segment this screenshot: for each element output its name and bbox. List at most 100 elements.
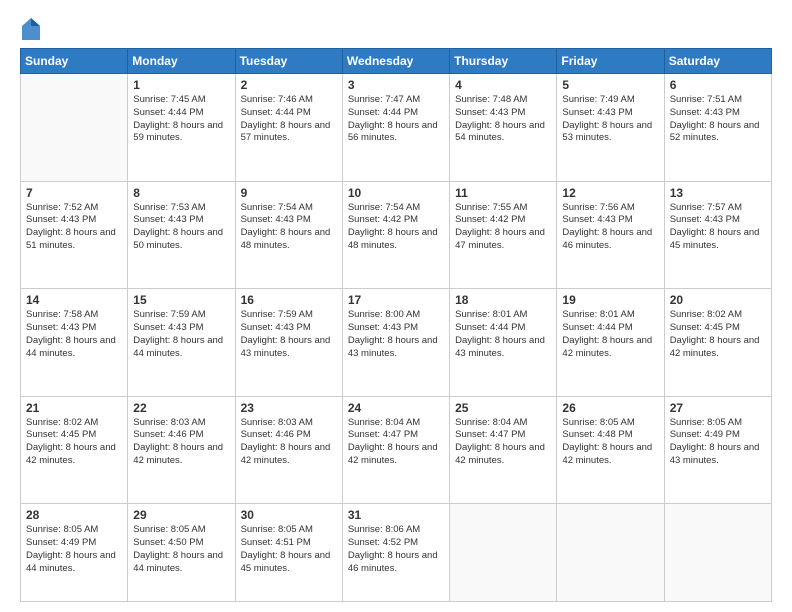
day-number: 25: [455, 401, 551, 415]
day-cell: [557, 504, 664, 602]
cell-info: Sunrise: 8:05 AMSunset: 4:49 PMDaylight:…: [26, 524, 122, 575]
cell-info: Sunrise: 8:05 AMSunset: 4:49 PMDaylight:…: [670, 417, 766, 468]
cell-info: Sunrise: 7:59 AMSunset: 4:43 PMDaylight:…: [241, 309, 337, 360]
logo-icon: [22, 18, 40, 40]
day-number: 9: [241, 186, 337, 200]
cell-info: Sunrise: 8:04 AMSunset: 4:47 PMDaylight:…: [455, 417, 551, 468]
day-cell: 27 Sunrise: 8:05 AMSunset: 4:49 PMDayligh…: [664, 396, 771, 504]
week-row-2: 14Sunrise: 7:58 AMSunset: 4:43 PMDayligh…: [21, 289, 772, 397]
col-header-friday: Friday: [557, 49, 664, 74]
cell-info: Sunrise: 7:48 AMSunset: 4:43 PMDaylight:…: [455, 94, 551, 145]
cell-info: Sunrise: 7:57 AMSunset: 4:43 PMDaylight:…: [670, 202, 766, 253]
cell-info: Sunrise: 7:53 AMSunset: 4:43 PMDaylight:…: [133, 202, 229, 253]
page: SundayMondayTuesdayWednesdayThursdayFrid…: [0, 0, 792, 612]
cell-info: Sunrise: 7:59 AMSunset: 4:43 PMDaylight:…: [133, 309, 229, 360]
day-number: 4: [455, 78, 551, 92]
day-cell: 25 Sunrise: 8:04 AMSunset: 4:47 PMDayligh…: [450, 396, 557, 504]
cell-info: Sunrise: 7:47 AMSunset: 4:44 PMDaylight:…: [348, 94, 444, 145]
cell-info: Sunrise: 7:51 AMSunset: 4:43 PMDaylight:…: [670, 94, 766, 145]
cell-info: Sunrise: 8:00 AMSunset: 4:43 PMDaylight:…: [348, 309, 444, 360]
cell-info: Sunrise: 8:05 AMSunset: 4:51 PMDaylight:…: [241, 524, 337, 575]
cell-info: Sunrise: 8:02 AMSunset: 4:45 PMDaylight:…: [670, 309, 766, 360]
day-cell: 6Sunrise: 7:51 AMSunset: 4:43 PMDaylight…: [664, 74, 771, 182]
day-cell: 16 Sunrise: 7:59 AMSunset: 4:43 PMDayligh…: [235, 289, 342, 397]
cell-info: Sunrise: 7:45 AMSunset: 4:44 PMDaylight:…: [133, 94, 229, 145]
day-number: 20: [670, 293, 766, 307]
day-number: 18: [455, 293, 551, 307]
day-number: 29: [133, 508, 229, 522]
cell-info: Sunrise: 8:05 AMSunset: 4:50 PMDaylight:…: [133, 524, 229, 575]
col-header-saturday: Saturday: [664, 49, 771, 74]
day-number: 31: [348, 508, 444, 522]
day-cell: 5Sunrise: 7:49 AMSunset: 4:43 PMDaylight…: [557, 74, 664, 182]
day-cell: 15 Sunrise: 7:59 AMSunset: 4:43 PMDayligh…: [128, 289, 235, 397]
header-row: SundayMondayTuesdayWednesdayThursdayFrid…: [21, 49, 772, 74]
day-cell: 17 Sunrise: 8:00 AMSunset: 4:43 PMDayligh…: [342, 289, 449, 397]
col-header-monday: Monday: [128, 49, 235, 74]
day-cell: 20 Sunrise: 8:02 AMSunset: 4:45 PMDayligh…: [664, 289, 771, 397]
day-cell: 7 Sunrise: 7:52 AMSunset: 4:43 PMDaylight…: [21, 181, 128, 289]
day-cell: 30 Sunrise: 8:05 AMSunset: 4:51 PMDayligh…: [235, 504, 342, 602]
day-cell: 18 Sunrise: 8:01 AMSunset: 4:44 PMDayligh…: [450, 289, 557, 397]
week-row-0: 1Sunrise: 7:45 AMSunset: 4:44 PMDaylight…: [21, 74, 772, 182]
day-number: 22: [133, 401, 229, 415]
day-number: 16: [241, 293, 337, 307]
day-number: 17: [348, 293, 444, 307]
day-cell: 24 Sunrise: 8:04 AMSunset: 4:47 PMDayligh…: [342, 396, 449, 504]
day-cell: [664, 504, 771, 602]
logo: [20, 18, 40, 40]
header: [20, 18, 772, 40]
cell-info: Sunrise: 7:52 AMSunset: 4:43 PMDaylight:…: [26, 202, 122, 253]
day-cell: 21Sunrise: 8:02 AMSunset: 4:45 PMDayligh…: [21, 396, 128, 504]
cell-info: Sunrise: 7:46 AMSunset: 4:44 PMDaylight:…: [241, 94, 337, 145]
cell-info: Sunrise: 8:01 AMSunset: 4:44 PMDaylight:…: [562, 309, 658, 360]
cell-info: Sunrise: 8:06 AMSunset: 4:52 PMDaylight:…: [348, 524, 444, 575]
day-cell: 8 Sunrise: 7:53 AMSunset: 4:43 PMDaylight…: [128, 181, 235, 289]
cell-info: Sunrise: 7:56 AMSunset: 4:43 PMDaylight:…: [562, 202, 658, 253]
day-number: 7: [26, 186, 122, 200]
cell-info: Sunrise: 8:03 AMSunset: 4:46 PMDaylight:…: [241, 417, 337, 468]
col-header-tuesday: Tuesday: [235, 49, 342, 74]
cell-info: Sunrise: 7:54 AMSunset: 4:43 PMDaylight:…: [241, 202, 337, 253]
day-number: 2: [241, 78, 337, 92]
day-cell: 28Sunrise: 8:05 AMSunset: 4:49 PMDayligh…: [21, 504, 128, 602]
day-number: 27: [670, 401, 766, 415]
day-cell: 31 Sunrise: 8:06 AMSunset: 4:52 PMDayligh…: [342, 504, 449, 602]
day-cell: 1Sunrise: 7:45 AMSunset: 4:44 PMDaylight…: [128, 74, 235, 182]
day-cell: 9 Sunrise: 7:54 AMSunset: 4:43 PMDaylight…: [235, 181, 342, 289]
col-header-sunday: Sunday: [21, 49, 128, 74]
day-number: 10: [348, 186, 444, 200]
cell-info: Sunrise: 8:04 AMSunset: 4:47 PMDaylight:…: [348, 417, 444, 468]
day-cell: 29 Sunrise: 8:05 AMSunset: 4:50 PMDayligh…: [128, 504, 235, 602]
day-cell: 3Sunrise: 7:47 AMSunset: 4:44 PMDaylight…: [342, 74, 449, 182]
day-cell: 23Sunrise: 8:03 AMSunset: 4:46 PMDayligh…: [235, 396, 342, 504]
day-number: 12: [562, 186, 658, 200]
col-header-wednesday: Wednesday: [342, 49, 449, 74]
day-cell: 19 Sunrise: 8:01 AMSunset: 4:44 PMDayligh…: [557, 289, 664, 397]
col-header-thursday: Thursday: [450, 49, 557, 74]
day-number: 24: [348, 401, 444, 415]
day-number: 30: [241, 508, 337, 522]
day-cell: 4 Sunrise: 7:48 AMSunset: 4:43 PMDaylight…: [450, 74, 557, 182]
week-row-3: 21Sunrise: 8:02 AMSunset: 4:45 PMDayligh…: [21, 396, 772, 504]
day-number: 11: [455, 186, 551, 200]
week-row-4: 28Sunrise: 8:05 AMSunset: 4:49 PMDayligh…: [21, 504, 772, 602]
day-cell: 2 Sunrise: 7:46 AMSunset: 4:44 PMDaylight…: [235, 74, 342, 182]
cell-info: Sunrise: 7:58 AMSunset: 4:43 PMDaylight:…: [26, 309, 122, 360]
cell-info: Sunrise: 7:55 AMSunset: 4:42 PMDaylight:…: [455, 202, 551, 253]
day-cell: 11 Sunrise: 7:55 AMSunset: 4:42 PMDayligh…: [450, 181, 557, 289]
day-cell: 10Sunrise: 7:54 AMSunset: 4:42 PMDayligh…: [342, 181, 449, 289]
cell-info: Sunrise: 8:05 AMSunset: 4:48 PMDaylight:…: [562, 417, 658, 468]
day-number: 19: [562, 293, 658, 307]
day-number: 5: [562, 78, 658, 92]
day-cell: 26Sunrise: 8:05 AMSunset: 4:48 PMDayligh…: [557, 396, 664, 504]
day-cell: 14Sunrise: 7:58 AMSunset: 4:43 PMDayligh…: [21, 289, 128, 397]
day-cell: 22 Sunrise: 8:03 AMSunset: 4:46 PMDayligh…: [128, 396, 235, 504]
day-cell: 13Sunrise: 7:57 AMSunset: 4:43 PMDayligh…: [664, 181, 771, 289]
cell-info: Sunrise: 8:03 AMSunset: 4:46 PMDaylight:…: [133, 417, 229, 468]
cell-info: Sunrise: 8:01 AMSunset: 4:44 PMDaylight:…: [455, 309, 551, 360]
day-number: 8: [133, 186, 229, 200]
day-number: 15: [133, 293, 229, 307]
day-cell: [450, 504, 557, 602]
calendar-table: SundayMondayTuesdayWednesdayThursdayFrid…: [20, 48, 772, 602]
